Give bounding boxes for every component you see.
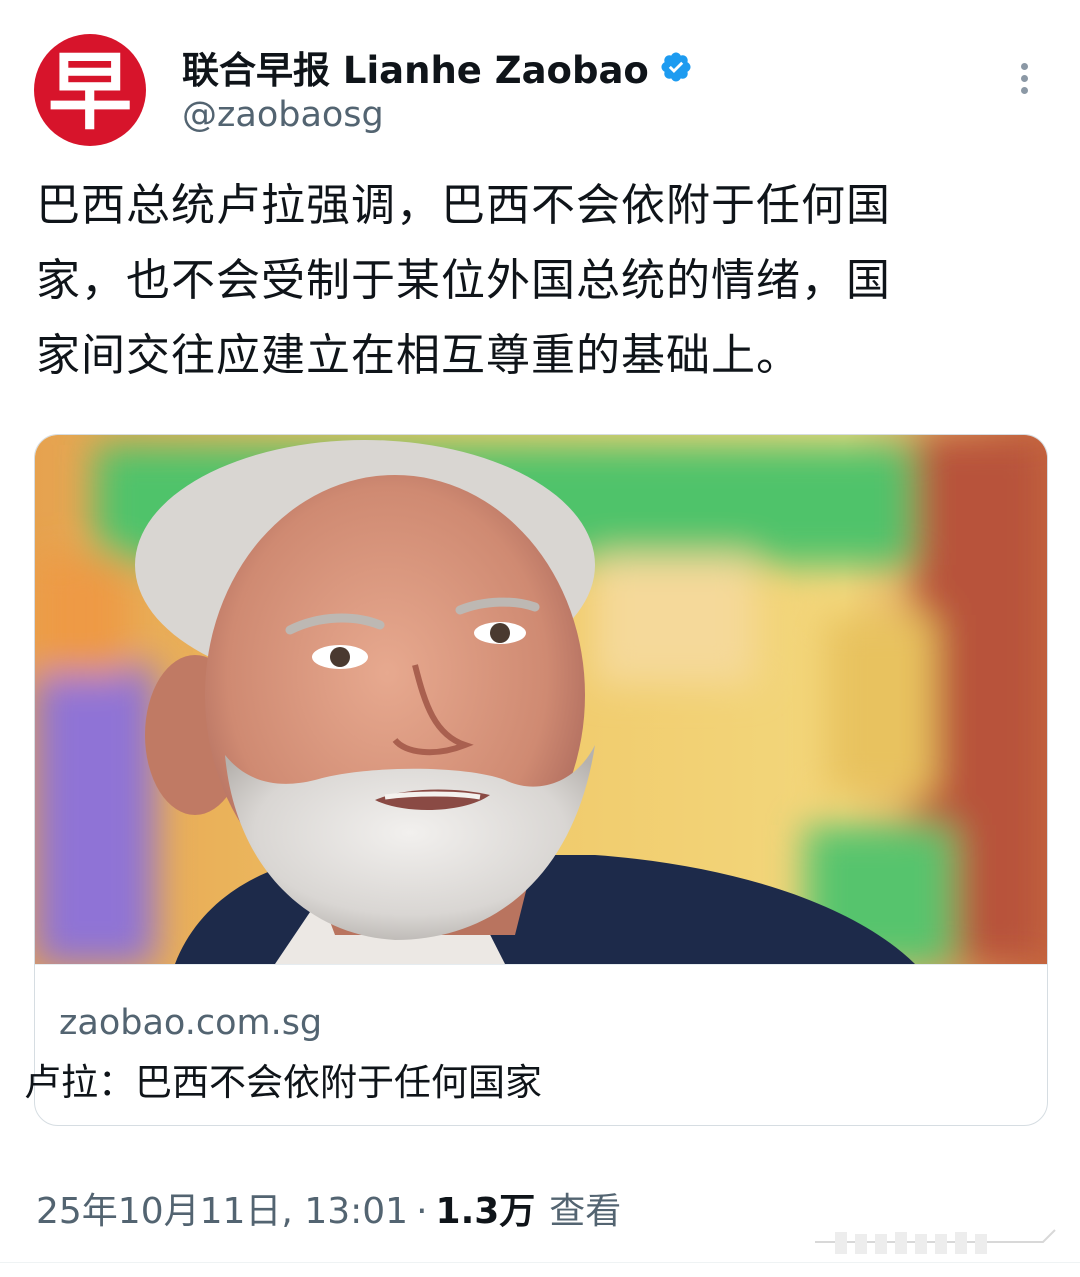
link-card-title[interactable]: 卢拉：巴西不会依附于任何国家 (24, 1052, 542, 1106)
meta-separator: · (416, 1191, 428, 1232)
verified-badge-icon (661, 52, 691, 82)
display-name[interactable]: 联合早报 Lianhe Zaobao (182, 40, 649, 94)
link-card[interactable]: zaobao.com.sg (34, 434, 1048, 1126)
bottom-divider (0, 1262, 1080, 1263)
tweet-header: 早 联合早报 Lianhe Zaobao @zaobaosg (0, 0, 1080, 160)
card-divider (35, 964, 1047, 965)
tweet-text-line: 家间交往应建立在相互尊重的基础上。 (36, 330, 801, 381)
link-card-image[interactable] (35, 435, 1047, 964)
tweet-meta: 25年10月11日, 13:01 · 1.3万 查看 (36, 1182, 621, 1234)
handle[interactable]: @zaobaosg (182, 95, 384, 135)
views-count: 1.3万 (435, 1191, 536, 1232)
tweet-text: 巴西总统卢拉强调，巴西不会依附于任何国 家，也不会受制于某位外国总统的情绪，国 … (36, 168, 1036, 393)
timestamp[interactable]: 25年10月11日, 13:01 (36, 1182, 408, 1234)
watermark-icon (815, 1229, 1056, 1254)
avatar-glyph: 早 (47, 42, 132, 141)
name-row: 联合早报 Lianhe Zaobao (182, 40, 693, 94)
avatar[interactable]: 早 (34, 34, 146, 146)
portrait-photo (35, 435, 1047, 964)
views-label: 查看 (549, 1191, 622, 1232)
more-vertical-icon[interactable] (1006, 58, 1042, 102)
tweet-text-line: 家，也不会受制于某位外国总统的情绪，国 (36, 255, 891, 306)
link-card-domain[interactable]: zaobao.com.sg (59, 1003, 322, 1043)
tweet-text-line: 巴西总统卢拉强调，巴西不会依附于任何国 (36, 180, 891, 231)
